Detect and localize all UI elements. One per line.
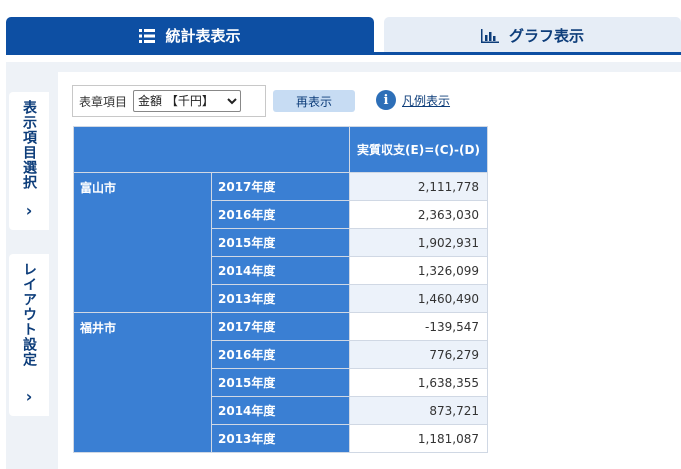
year-cell: 2015年度 (211, 228, 350, 257)
year-cell: 2014年度 (211, 396, 350, 425)
value-cell: 1,902,931 (349, 228, 488, 257)
table-header-blank (73, 126, 350, 173)
list-icon (139, 28, 156, 43)
value-cell: 1,638,355 (349, 368, 488, 397)
value-cell: 1,326,099 (349, 256, 488, 285)
tab-stats-table[interactable]: 統計表表示 (6, 17, 374, 54)
info-icon: i (376, 90, 396, 110)
year-cell: 2016年度 (211, 340, 350, 369)
redisplay-button[interactable]: 再表示 (273, 90, 355, 112)
value-cell: 1,460,490 (349, 284, 488, 313)
side-tab-layout[interactable]: レイアウト設定 › (9, 254, 49, 416)
side-tab-item-select-label: 表示項目選択 (21, 100, 37, 190)
value-cell: 776,279 (349, 340, 488, 369)
value-cell: 2,111,778 (349, 172, 488, 201)
table-header-row: 実質収支(E)=(C)-(D) (73, 126, 488, 173)
legend-link[interactable]: i 凡例表示 (376, 90, 450, 110)
value-cell: 1,181,087 (349, 424, 488, 453)
year-cell: 2014年度 (211, 256, 350, 285)
tab-bar: 統計表表示 グラフ表示 (0, 0, 681, 55)
stats-table: 実質収支(E)=(C)-(D) 富山市 2017年度 2,111,778 201… (73, 126, 488, 453)
table-row: 福井市 2017年度 -139,547 (73, 312, 488, 453)
tab-graph-label: グラフ表示 (508, 27, 584, 45)
tab-underline (6, 52, 681, 55)
city-cell: 福井市 (73, 312, 212, 453)
value-cell: 2,363,030 (349, 200, 488, 229)
chevron-right-icon: › (25, 201, 33, 220)
year-cell: 2016年度 (211, 200, 350, 229)
year-cell: 2013年度 (211, 284, 350, 313)
side-tab-item-select[interactable]: 表示項目選択 › (9, 92, 49, 230)
table-row: 富山市 2017年度 2,111,778 (73, 172, 488, 313)
year-cell: 2015年度 (211, 368, 350, 397)
table-item-selector: 表章項目 金額 【千円】 (72, 85, 266, 117)
year-cell: 2017年度 (211, 312, 350, 341)
table-item-label: 表章項目 (79, 94, 128, 109)
value-cell: -139,547 (349, 312, 488, 341)
column-header: 実質収支(E)=(C)-(D) (349, 126, 488, 173)
chevron-right-icon: › (25, 387, 33, 406)
side-tab-layout-label: レイアウト設定 (21, 262, 37, 367)
year-cell: 2017年度 (211, 172, 350, 201)
legend-link-label[interactable]: 凡例表示 (402, 92, 450, 109)
city-cell: 富山市 (73, 172, 212, 313)
table-item-select[interactable]: 金額 【千円】 (133, 90, 242, 112)
tab-stats-label: 統計表表示 (165, 27, 241, 45)
value-cell: 873,721 (349, 396, 488, 425)
bar-chart-icon (480, 28, 499, 43)
year-cell: 2013年度 (211, 424, 350, 453)
tab-graph[interactable]: グラフ表示 (384, 17, 681, 54)
